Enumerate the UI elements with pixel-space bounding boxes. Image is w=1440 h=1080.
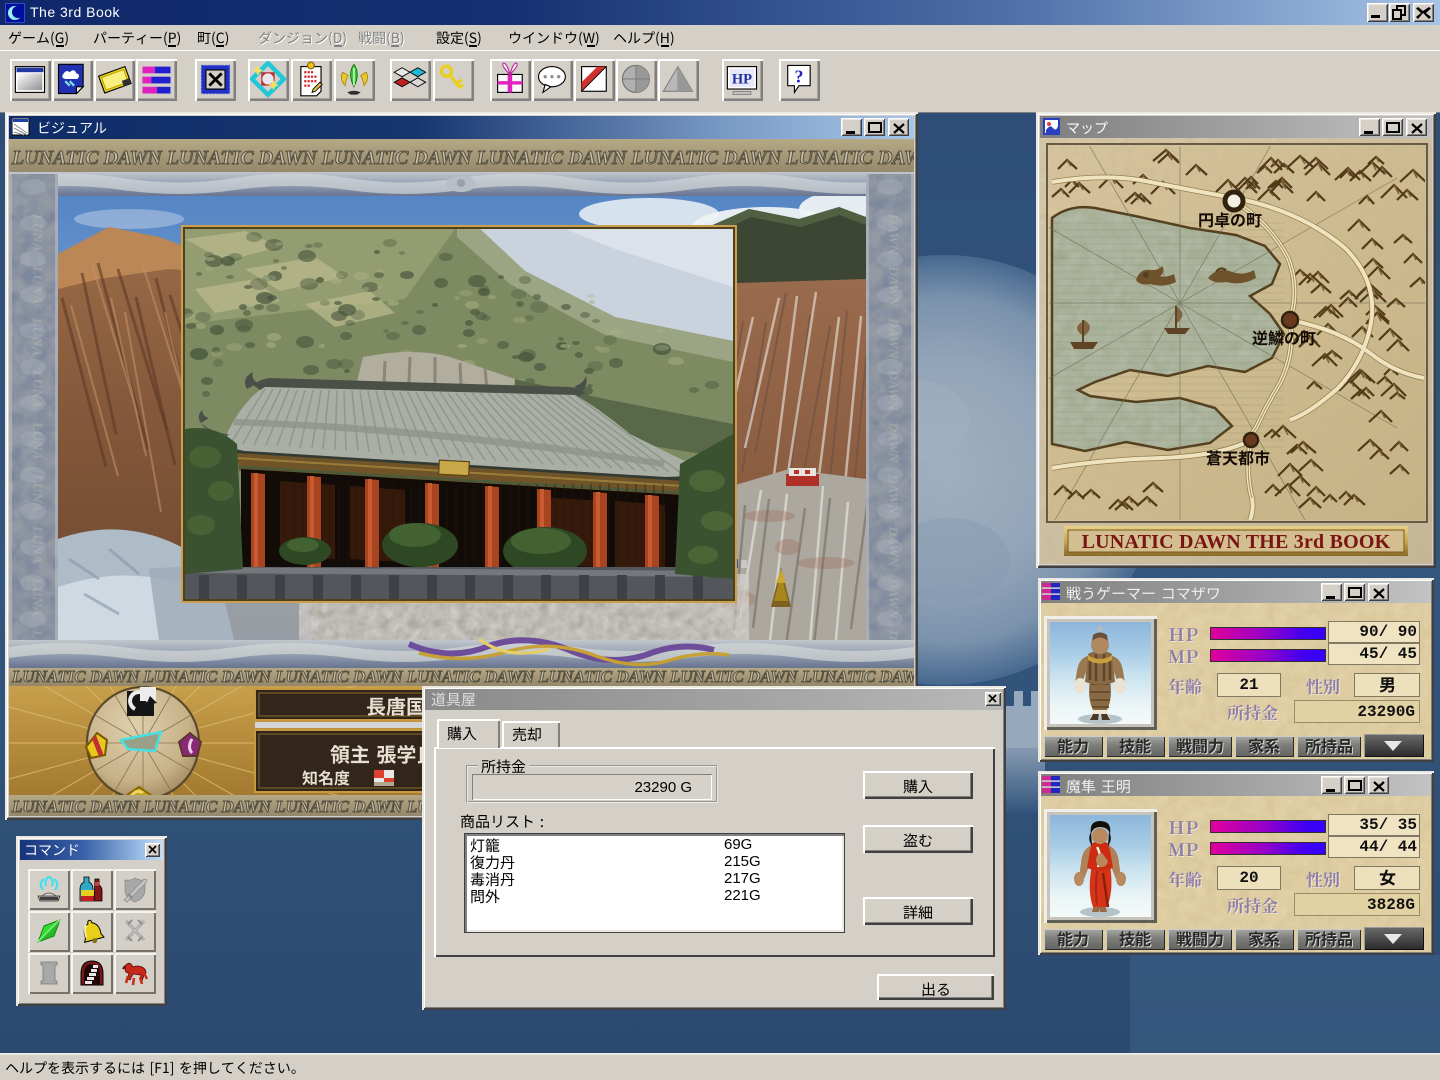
svg-text:LUNA: LUNA [29, 473, 44, 512]
svg-text:LUNA: LUNA [29, 369, 44, 408]
svg-text:LUNATIC DAWN LUNATIC DAWN LUNA: LUNATIC DAWN LUNATIC DAWN LUNATIC DAWN L… [11, 667, 914, 686]
svg-text:LUNA: LUNA [29, 577, 44, 616]
svg-text:LUNA: LUNA [29, 265, 44, 304]
svg-text:DAWN: DAWN [885, 265, 900, 308]
svg-text:LUNATIC DAWN THE 3rd BOOK: LUNATIC DAWN THE 3rd BOOK [1082, 531, 1391, 553]
svg-text:LUNA: LUNA [29, 525, 44, 564]
svg-text:DAWN: DAWN [885, 317, 900, 360]
svg-text:LUNA: LUNA [29, 317, 44, 356]
svg-text:LUNA: LUNA [29, 421, 44, 460]
svg-text:DAWN: DAWN [885, 369, 900, 412]
svg-text:?: ? [794, 66, 803, 86]
svg-text:HP: HP [732, 71, 752, 87]
svg-text:DAWN: DAWN [885, 421, 900, 464]
svg-text:LUNA: LUNA [29, 213, 44, 252]
svg-text:LUNATIC DAWN LUNATIC DAWN LUNA: LUNATIC DAWN LUNATIC DAWN LUNATIC DAWN L… [11, 147, 914, 169]
svg-text:DAWN: DAWN [885, 473, 900, 516]
svg-text:DAWN: DAWN [885, 525, 900, 568]
svg-text:DAWN: DAWN [885, 213, 900, 256]
svg-text:DAWN: DAWN [885, 577, 900, 620]
